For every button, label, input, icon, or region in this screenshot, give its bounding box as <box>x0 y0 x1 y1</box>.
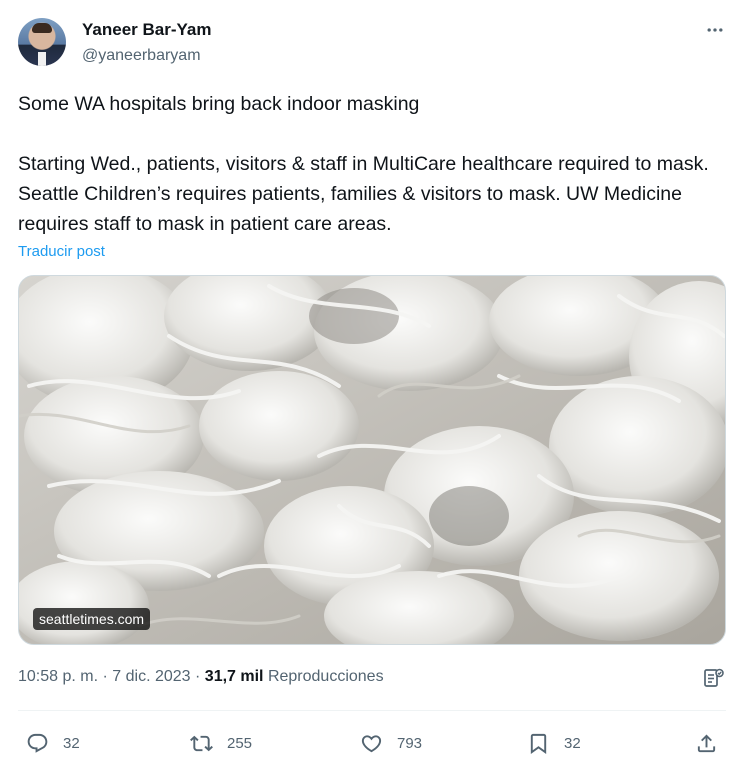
more-horizontal-icon <box>707 28 723 32</box>
tweet-date[interactable]: 7 dic. 2023 <box>112 668 190 685</box>
views-label: Reproducciones <box>267 668 384 685</box>
media-source-badge: seattletimes.com <box>33 608 151 630</box>
tweet-headline: Some WA hospitals bring back indoor mask… <box>18 93 420 115</box>
author-name[interactable]: Yaneer Bar-Yam <box>82 20 211 40</box>
more-options-button[interactable] <box>700 18 730 42</box>
repost-button[interactable]: 255 <box>190 728 252 758</box>
reply-button[interactable]: 32 <box>26 728 80 758</box>
tweet-card: Yaneer Bar-Yam @yaneerbaryam Some WA hos… <box>0 0 754 768</box>
like-count: 793 <box>397 734 423 752</box>
meta-separator: · <box>195 668 201 685</box>
repost-icon <box>190 735 213 751</box>
bookmark-button[interactable]: 32 <box>527 728 581 758</box>
divider <box>18 710 726 711</box>
author-handle[interactable]: @yaneerbaryam <box>82 47 201 65</box>
reply-icon <box>27 733 48 753</box>
tweet-meta: 10:58 p. m. · 7 dic. 2023 · 31,7 mil Rep… <box>18 668 384 686</box>
reply-count: 32 <box>63 734 80 752</box>
tweet-time[interactable]: 10:58 p. m. <box>18 668 98 685</box>
tweet-body: Starting Wed., patients, visitors & staf… <box>18 153 709 235</box>
avatar-hair <box>32 23 52 33</box>
repost-count: 255 <box>227 734 253 752</box>
bookmark-icon <box>530 733 547 754</box>
share-icon <box>697 733 716 752</box>
share-button[interactable] <box>695 728 718 758</box>
heart-icon <box>361 734 382 752</box>
tweet-media[interactable]: seattletimes.com <box>18 275 726 645</box>
analytics-button[interactable] <box>702 667 726 691</box>
avatar-shirt <box>38 52 46 66</box>
views-count: 31,7 mil <box>204 668 264 685</box>
tweet-text: Some WA hospitals bring back indoor mask… <box>18 89 728 239</box>
translate-link[interactable]: Traducir post <box>18 243 105 260</box>
like-button[interactable]: 793 <box>360 728 422 758</box>
avatar[interactable] <box>18 18 66 66</box>
analytics-icon <box>704 668 724 687</box>
action-bar: 32 255 793 32 <box>0 728 754 758</box>
bookmark-count: 32 <box>564 734 581 752</box>
media-photo <box>19 276 725 644</box>
meta-separator: · <box>102 668 108 685</box>
